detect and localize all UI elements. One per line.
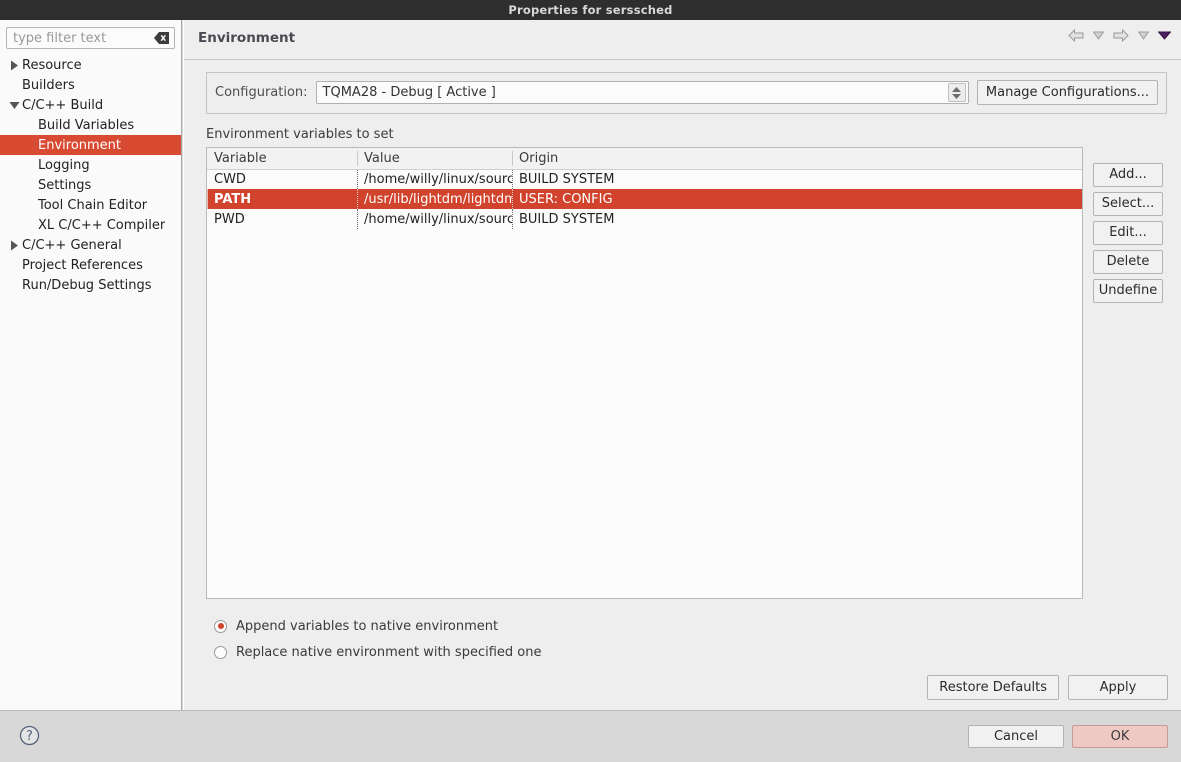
cell-value: /home/willy/linux/source — [357, 169, 512, 189]
undefine-button[interactable]: Undefine — [1093, 279, 1163, 303]
add-button[interactable]: Add... — [1093, 163, 1163, 187]
radio-label: Replace native environment with specifie… — [236, 644, 542, 660]
sidebar-item-label: XL C/C++ Compiler — [38, 217, 166, 233]
view-menu-triangle-icon[interactable] — [1158, 31, 1171, 40]
table-row[interactable]: PATH/usr/lib/lightdm/lightdm USER: CONFIG — [207, 189, 1082, 209]
table-caption: Environment variables to set — [206, 127, 394, 142]
table-header-row: Variable Value Origin — [207, 148, 1082, 170]
content-inner: Configuration: TQMA28 - Debug [ Active ]… — [184, 60, 1181, 665]
column-header-origin[interactable]: Origin — [512, 148, 1082, 170]
sidebar-item-project-references[interactable]: Project References — [0, 255, 181, 275]
sidebar-item-settings[interactable]: Settings — [0, 175, 181, 195]
sidebar-item-label: Tool Chain Editor — [38, 197, 148, 213]
filter-box[interactable] — [6, 27, 175, 49]
cell-variable: CWD — [214, 171, 246, 187]
twisty-expanded-icon[interactable] — [6, 101, 22, 110]
environment-table: Variable Value Origin CWD/home/willy/lin… — [207, 148, 1082, 229]
sidebar-item-label: C/C++ Build — [22, 97, 104, 113]
radio-label: Append variables to native environment — [236, 618, 499, 634]
content-header: Environment — [184, 20, 1181, 60]
filter-container — [0, 20, 181, 53]
table-row[interactable]: PWD/home/willy/linux/source BUILD SYSTEM — [207, 209, 1082, 229]
sidebar-item-xl-c-c-compiler[interactable]: XL C/C++ Compiler — [0, 215, 181, 235]
configuration-label: Configuration: — [215, 85, 308, 100]
restore-defaults-button[interactable]: Restore Defaults — [927, 675, 1059, 700]
dialog-footer: ? Cancel OK — [0, 710, 1181, 762]
footer-buttons: Cancel OK — [968, 725, 1168, 748]
cell-variable: PWD — [214, 211, 245, 227]
configuration-combo[interactable]: TQMA28 - Debug [ Active ] — [315, 81, 969, 104]
help-question-icon[interactable]: ? — [19, 725, 40, 750]
cell-value: /home/willy/linux/source — [357, 209, 512, 229]
twisty-collapsed-icon[interactable] — [6, 240, 22, 251]
content-pane: Environment Configuration: TQMA28 - Debu… — [183, 20, 1181, 710]
apply-row: Restore Defaults Apply — [927, 675, 1168, 700]
sidebar-item-label: Environment — [38, 137, 122, 153]
edit-button[interactable]: Edit... — [1093, 221, 1163, 245]
cell-value: /usr/lib/lightdm/lightdm — [357, 189, 512, 209]
window-titlebar: Properties for serssched — [0, 0, 1181, 20]
preferences-tree[interactable]: Resource Builders C/C++ Build Build Variabl… — [0, 53, 181, 295]
manage-configurations-button[interactable]: Manage Configurations... — [976, 80, 1158, 105]
radio-dot — [217, 623, 224, 629]
table-area: Variable Value Origin CWD/home/willy/lin… — [206, 147, 1167, 599]
sidebar-item-run-debug-settings[interactable]: Run/Debug Settings — [0, 275, 181, 295]
column-header-value[interactable]: Value — [357, 148, 512, 170]
dialog-body: Resource Builders C/C++ Build Build Variabl… — [0, 20, 1181, 762]
ok-button[interactable]: OK — [1072, 725, 1168, 748]
cell-origin: USER: CONFIG — [512, 189, 1082, 209]
configuration-spinner[interactable] — [947, 83, 966, 102]
forward-arrow-icon[interactable] — [1113, 29, 1129, 42]
sidebar-item-label: Project References — [22, 257, 143, 273]
cell-origin: BUILD SYSTEM — [512, 209, 1082, 229]
window-title: Properties for serssched — [508, 3, 673, 17]
twisty-collapsed-icon[interactable] — [6, 60, 22, 71]
sidebar-item-label: Run/Debug Settings — [22, 277, 152, 293]
spinner-down-icon — [952, 93, 962, 99]
cell-origin: BUILD SYSTEM — [512, 169, 1082, 189]
configuration-value: TQMA28 - Debug [ Active ] — [322, 85, 496, 100]
sidebar-item-environment[interactable]: Environment — [0, 135, 181, 155]
radio-button[interactable] — [214, 619, 227, 633]
sidebar-item-resource[interactable]: Resource — [0, 55, 181, 75]
clear-backspace-icon[interactable] — [154, 32, 169, 44]
svg-text:?: ? — [26, 729, 33, 744]
select-button[interactable]: Select... — [1093, 192, 1163, 216]
sidebar-item-c-c-build[interactable]: C/C++ Build — [0, 95, 181, 115]
sidebar-item-tool-chain-editor[interactable]: Tool Chain Editor — [0, 195, 181, 215]
sidebar-item-label: C/C++ General — [22, 237, 122, 253]
radio-option-replace[interactable]: Replace native environment with specifie… — [214, 639, 1167, 665]
sidebar-item-label: Resource — [22, 57, 82, 73]
page-title: Environment — [198, 30, 296, 46]
environment-mode-radiogroup: Append variables to native environment Re… — [214, 613, 1167, 665]
sidebar-item-label: Logging — [38, 157, 90, 173]
sidebar-item-label: Settings — [38, 177, 92, 193]
sidebar-item-c-c-general[interactable]: C/C++ General — [0, 235, 181, 255]
back-arrow-icon[interactable] — [1068, 29, 1084, 42]
radio-button[interactable] — [214, 645, 227, 659]
radio-option-append[interactable]: Append variables to native environment — [214, 613, 1167, 639]
preferences-sidebar: Resource Builders C/C++ Build Build Variabl… — [0, 20, 182, 710]
forward-menu-chevron-down-icon[interactable] — [1138, 31, 1149, 40]
sidebar-item-label: Builders — [22, 77, 75, 93]
configuration-group: Configuration: TQMA28 - Debug [ Active ]… — [206, 72, 1167, 114]
cancel-button[interactable]: Cancel — [968, 725, 1064, 748]
table-action-buttons: Add... Select... Edit... Delete Undefine — [1093, 147, 1163, 303]
navigation-icons — [1068, 29, 1171, 42]
environment-table-frame[interactable]: Variable Value Origin CWD/home/willy/lin… — [206, 147, 1083, 599]
sidebar-item-builders[interactable]: Builders — [0, 75, 181, 95]
table-row[interactable]: CWD/home/willy/linux/source BUILD SYSTEM — [207, 169, 1082, 189]
sidebar-item-label: Build Variables — [38, 117, 135, 133]
spinner-up-icon — [952, 86, 962, 92]
sidebar-item-build-variables[interactable]: Build Variables — [0, 115, 181, 135]
back-menu-chevron-down-icon[interactable] — [1093, 31, 1104, 40]
delete-button[interactable]: Delete — [1093, 250, 1163, 274]
search-input[interactable] — [7, 28, 174, 48]
sidebar-item-logging[interactable]: Logging — [0, 155, 181, 175]
apply-button[interactable]: Apply — [1068, 675, 1168, 700]
column-header-variable[interactable]: Variable — [207, 148, 357, 170]
cell-variable: PATH — [207, 189, 357, 209]
